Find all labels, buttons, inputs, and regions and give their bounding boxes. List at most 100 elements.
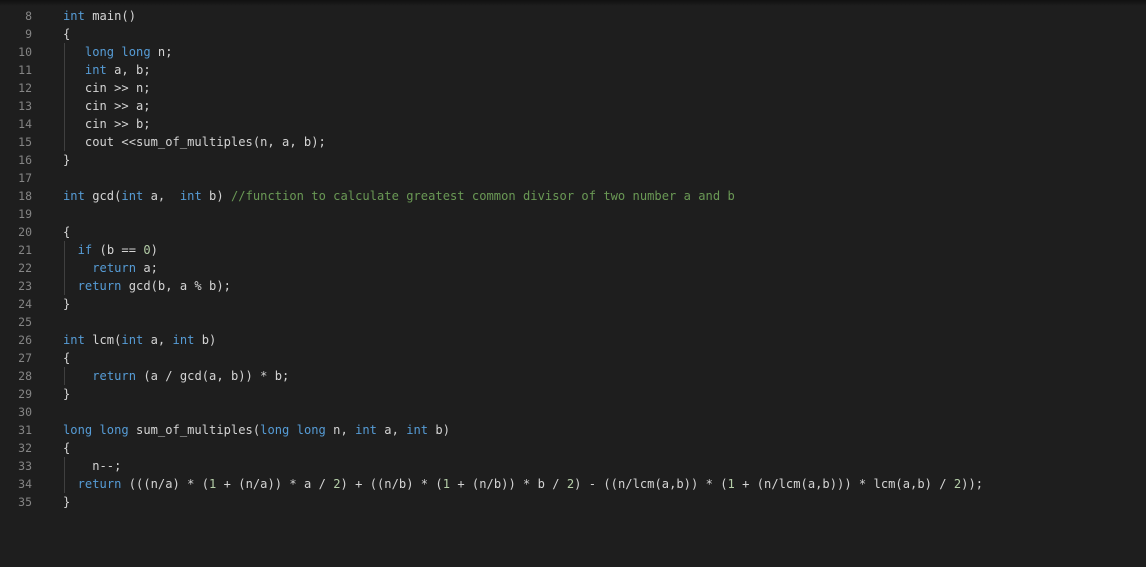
line-number: 23 <box>18 279 32 293</box>
code-line[interactable]: 22 return a; <box>0 259 1146 277</box>
code-line[interactable]: 11 int a, b; <box>0 61 1146 79</box>
keyword-token: return <box>92 261 137 275</box>
code-line[interactable]: 28 return (a / gcd(a, b)) * b; <box>0 367 1146 385</box>
code-text[interactable]: } <box>63 493 70 511</box>
number-token: 1 <box>727 477 735 491</box>
text-token: n; <box>150 45 173 59</box>
code-text[interactable]: } <box>63 295 70 313</box>
code-text[interactable]: long long sum_of_multiples(long long n, … <box>63 421 450 439</box>
code-text[interactable]: } <box>63 151 70 169</box>
line-number: 9 <box>25 27 32 41</box>
code-text[interactable]: cin >> n; <box>63 79 151 97</box>
line-number: 31 <box>18 423 32 437</box>
line-number: 17 <box>18 171 32 185</box>
code-line[interactable]: 13 cin >> a; <box>0 97 1146 115</box>
code-line[interactable]: 18 int gcd(int a, int b) //function to ca… <box>0 187 1146 205</box>
code-text[interactable]: int lcm(int a, int b) <box>63 331 216 349</box>
code-line[interactable]: 16} <box>0 151 1146 169</box>
text-token: } <box>63 297 71 311</box>
code-text[interactable]: cin >> b; <box>63 115 151 133</box>
line-number: 13 <box>18 99 32 113</box>
text-token: ) + ((n/b) * ( <box>340 477 443 491</box>
code-line[interactable]: 34 return (((n/a) * (1 + (n/a)) * a / 2)… <box>0 475 1146 493</box>
editor-top-shadow <box>0 0 1146 6</box>
keyword-token: return <box>92 369 137 383</box>
line-number: 27 <box>18 351 32 365</box>
code-line[interactable]: 21 if (b == 0) <box>0 241 1146 259</box>
code-editor[interactable]: 8 int main() 9{10 long long n; 11 int a, b;… <box>0 7 1146 511</box>
code-line[interactable]: 9{ <box>0 25 1146 43</box>
code-line[interactable]: 27 { <box>0 349 1146 367</box>
code-text[interactable]: return (a / gcd(a, b)) * b; <box>63 367 289 385</box>
keyword-token: int <box>84 63 107 77</box>
text-token: gcd( <box>84 189 122 203</box>
code-text[interactable]: { <box>63 223 70 241</box>
code-line[interactable]: 24} <box>0 295 1146 313</box>
code-line[interactable]: 29} <box>0 385 1146 403</box>
number-token: 1 <box>442 477 451 491</box>
code-text[interactable]: { <box>63 25 70 43</box>
code-line[interactable]: 19 <box>0 205 1146 223</box>
code-text[interactable]: int gcd(int a, int b) //function to calc… <box>63 187 735 205</box>
line-number: 19 <box>18 207 32 221</box>
keyword-token: int <box>63 9 85 23</box>
text-token: a, b; <box>106 63 151 77</box>
text-token: cin >> a; <box>63 99 151 113</box>
code-line[interactable]: 33 n--; <box>0 457 1146 475</box>
code-text[interactable]: } <box>63 385 70 403</box>
code-line[interactable]: 32 { <box>0 439 1146 457</box>
code-line[interactable]: 30 <box>0 403 1146 421</box>
code-text[interactable]: return a; <box>63 259 158 277</box>
code-line[interactable]: 23 return gcd(b, a % b); <box>0 277 1146 295</box>
text-token: (b == <box>92 243 144 257</box>
text-token: + (n/lcm(a,b))) * lcm(a,b) / <box>734 477 954 491</box>
keyword-token: return <box>77 477 122 491</box>
line-number: 26 <box>18 333 32 347</box>
code-text[interactable]: long long n; <box>63 43 173 61</box>
code-text[interactable]: n--; <box>63 457 121 475</box>
text-token: b) <box>201 189 231 203</box>
code-line[interactable]: 35} <box>0 493 1146 511</box>
code-line[interactable]: 25 <box>0 313 1146 331</box>
keyword-token: long long <box>260 423 326 437</box>
text-token: a, <box>143 189 180 203</box>
code-text[interactable]: int a, b; <box>63 61 151 79</box>
code-line[interactable]: 31 long long sum_of_multiples(long long n… <box>0 421 1146 439</box>
code-line[interactable]: 8 int main() <box>0 7 1146 25</box>
code-text[interactable]: if (b == 0) <box>63 241 158 259</box>
text-token: a, <box>376 423 407 437</box>
text-token: { <box>63 225 71 239</box>
code-text[interactable]: return (((n/a) * (1 + (n/a)) * a / 2) + … <box>63 475 983 493</box>
text-token: )); <box>961 477 984 491</box>
text-token: cin >> n; <box>63 81 151 95</box>
line-number: 30 <box>18 405 32 419</box>
text-token: n, <box>325 423 356 437</box>
line-number: 28 <box>18 369 32 383</box>
code-line[interactable]: 15 cout <<sum_of_multiples(n, a, b); <box>0 133 1146 151</box>
code-line[interactable]: 26 int lcm(int a, int b) <box>0 331 1146 349</box>
code-text[interactable]: return gcd(b, a % b); <box>63 277 231 295</box>
text-token: b) <box>194 333 217 347</box>
code-text[interactable]: int main() <box>63 7 136 25</box>
keyword-token: int <box>179 189 202 203</box>
keyword-token: int <box>63 333 85 347</box>
line-number: 8 <box>25 9 32 23</box>
code-text[interactable]: { <box>63 439 70 457</box>
code-line[interactable]: 20 { <box>0 223 1146 241</box>
text-token: cout <<sum_of_multiples(n, a, b); <box>63 135 326 149</box>
code-line[interactable]: 12 cin >> n; <box>0 79 1146 97</box>
code-text[interactable]: cin >> a; <box>63 97 151 115</box>
code-text[interactable]: cout <<sum_of_multiples(n, a, b); <box>63 133 326 151</box>
text-token: { <box>63 441 71 455</box>
code-line[interactable]: 14 cin >> b; <box>0 115 1146 133</box>
text-token: ) <box>150 243 158 257</box>
code-line[interactable]: 17 <box>0 169 1146 187</box>
code-text[interactable]: { <box>63 349 70 367</box>
code-line[interactable]: 10 long long n; <box>0 43 1146 61</box>
keyword-token: int <box>355 423 377 437</box>
keyword-token: int <box>63 189 85 203</box>
